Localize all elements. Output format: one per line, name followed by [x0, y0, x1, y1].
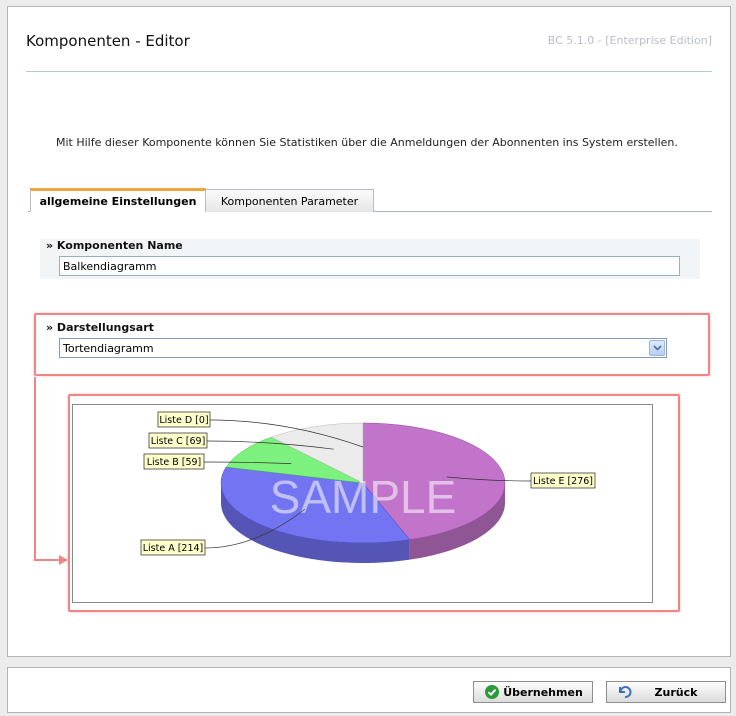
pie-label-text: Liste B [59] — [147, 457, 202, 468]
pie-label-text: Liste C [69] — [151, 436, 206, 447]
apply-button-label: Übernehmen — [503, 685, 583, 699]
sample-watermark: SAMPLE — [270, 471, 457, 523]
check-icon — [484, 684, 500, 700]
footer-bar: Übernehmen Zurück — [7, 667, 731, 713]
select-highlight-box — [34, 313, 710, 376]
apply-button[interactable]: Übernehmen — [473, 681, 593, 703]
component-name-section: » Komponenten Name — [40, 239, 700, 279]
pie-label-text: Liste E [276] — [533, 476, 593, 487]
version-label: BC 5.1.0 - [Enterprise Edition] — [547, 34, 712, 47]
highlight-connector — [34, 377, 68, 565]
component-name-input[interactable] — [59, 256, 680, 276]
tab-component-parameters[interactable]: Komponenten Parameter — [205, 189, 374, 212]
chart-preview: SAMPLE Liste D [0] Liste C [69] Liste B [59… — [72, 404, 653, 603]
pie-label-text: Liste A [214] — [143, 543, 204, 554]
tab-bar: allgemeine Einstellungen Komponenten Par… — [28, 187, 712, 212]
arrow-right-icon — [59, 555, 68, 565]
back-button[interactable]: Zurück — [606, 681, 726, 703]
intro-text: Mit Hilfe dieser Komponente können Sie S… — [56, 136, 678, 149]
pie-label-text: Liste D [0] — [159, 415, 208, 426]
pie-chart: SAMPLE Liste D [0] Liste C [69] Liste B [59… — [140, 411, 596, 563]
title-divider — [26, 71, 712, 72]
back-button-label: Zurück — [654, 685, 698, 699]
undo-arrow-icon — [617, 684, 633, 700]
